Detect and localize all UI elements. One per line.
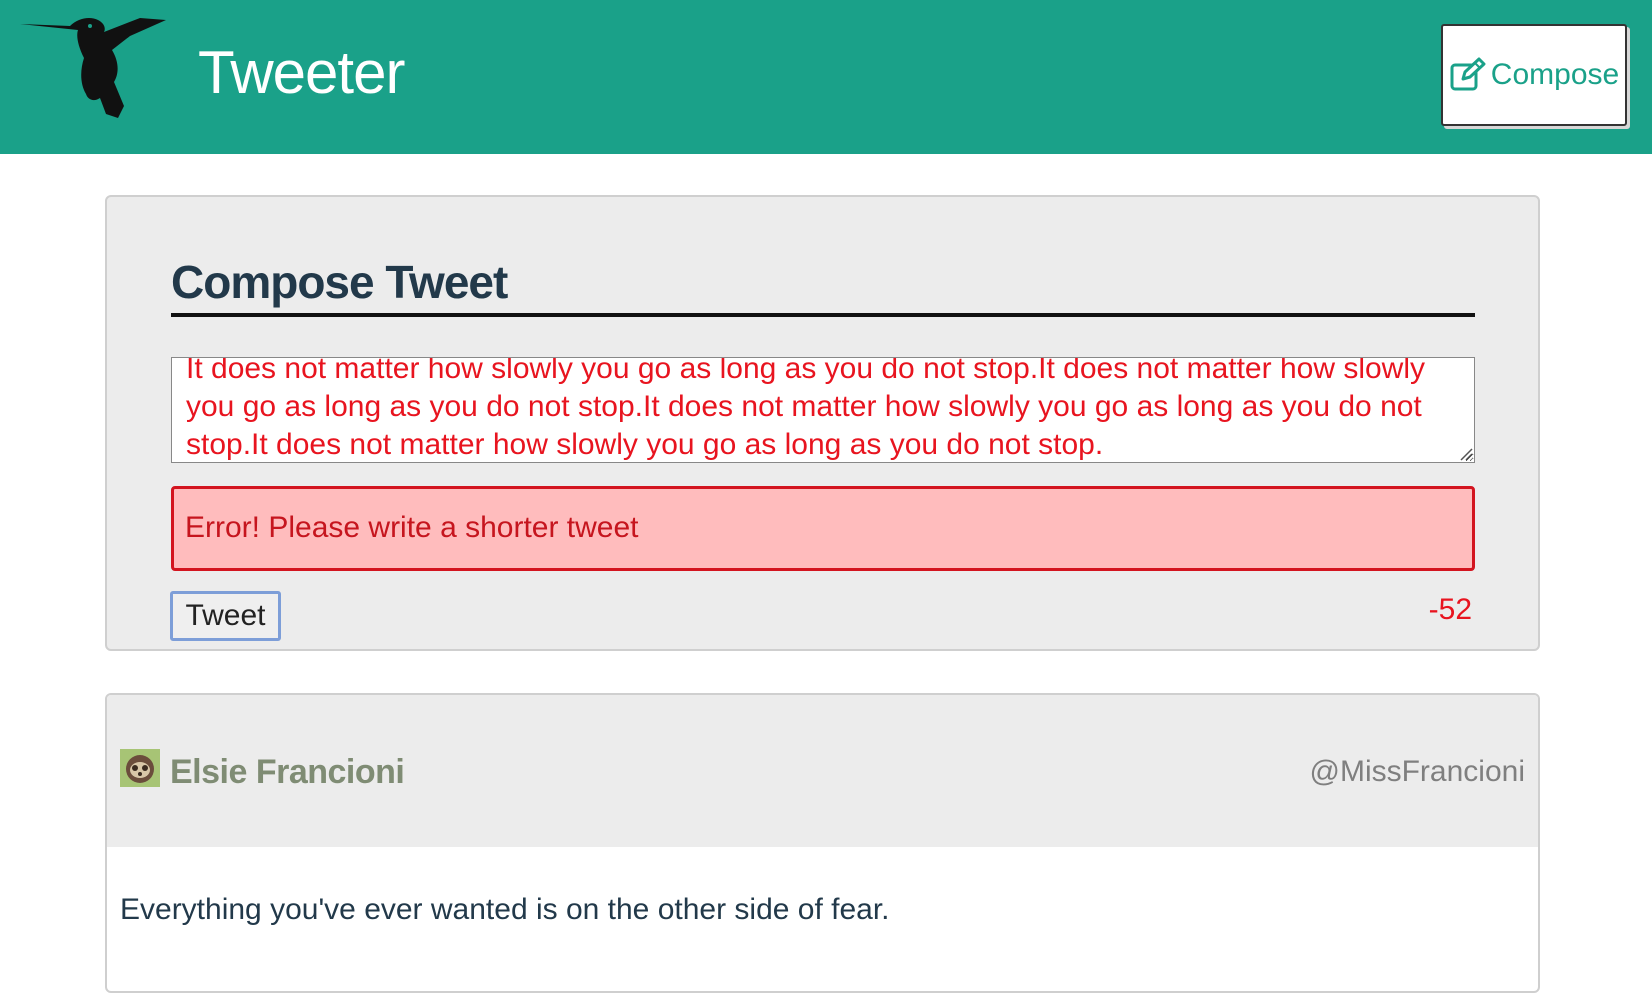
compose-button-label: Compose	[1490, 58, 1620, 91]
error-message: Error! Please write a shorter tweet	[171, 486, 1475, 571]
tweet-author-name: Elsie Francioni	[170, 753, 405, 791]
tweet-button[interactable]: Tweet	[170, 591, 281, 641]
title-divider	[171, 313, 1475, 317]
tweet-header: Elsie Francioni @MissFrancioni	[107, 695, 1538, 847]
tweet-text: Everything you've ever wanted is on the …	[120, 893, 890, 926]
tweet-textarea[interactable]: It does not matter how slowly you go as …	[171, 357, 1475, 463]
pencil-square-icon	[1450, 57, 1486, 91]
brand-title[interactable]: Tweeter	[198, 38, 405, 107]
tweet-textarea-text: It does not matter how slowly you go as …	[186, 357, 1434, 461]
tweet-card: Elsie Francioni @MissFrancioni Everythin…	[105, 693, 1540, 993]
hummingbird-icon	[20, 18, 166, 118]
tweet-author-handle: @MissFrancioni	[1309, 755, 1526, 788]
resize-grip-icon[interactable]	[1459, 447, 1473, 461]
top-nav: Tweeter Compose	[0, 0, 1652, 154]
compose-button[interactable]: Compose	[1441, 24, 1627, 126]
compose-title: Compose Tweet	[171, 256, 508, 308]
compose-panel: Compose Tweet It does not matter how slo…	[105, 195, 1540, 651]
error-text: Error! Please write a shorter tweet	[185, 511, 639, 544]
character-counter: -52	[1428, 593, 1472, 626]
sloth-avatar-icon	[120, 749, 160, 787]
